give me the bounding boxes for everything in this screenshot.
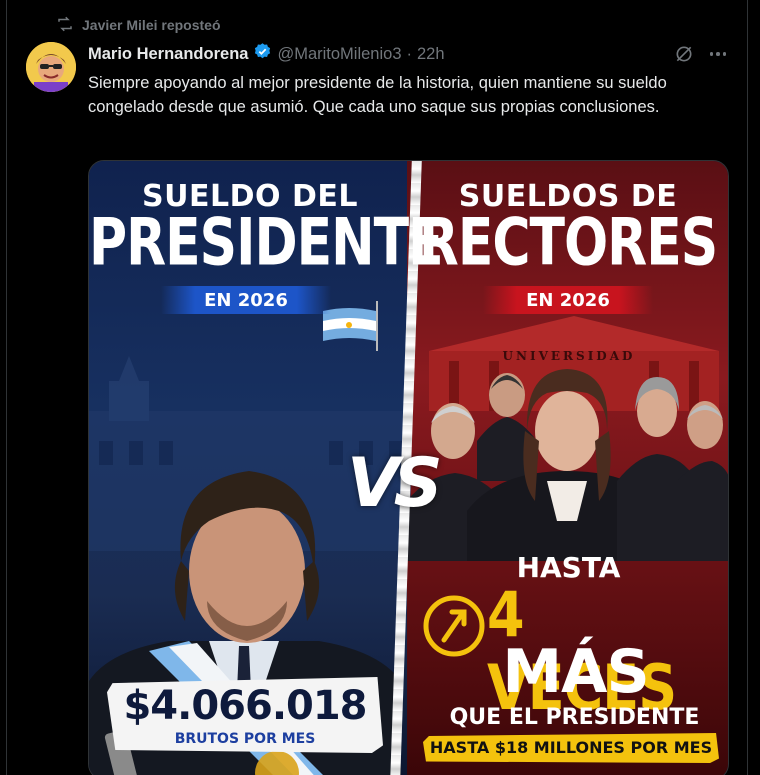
verified-badge-icon: [253, 42, 272, 66]
tweet-header: Mario Hernandorena @MaritoMilenio3 · 22h: [88, 43, 445, 65]
right-year-pill: EN 2026: [483, 286, 653, 314]
grok-icon[interactable]: [674, 44, 694, 64]
rectors-group: [407, 369, 728, 561]
author-handle[interactable]: @MaritoMilenio3: [277, 45, 401, 64]
avatar[interactable]: [26, 42, 76, 92]
millones-label: HASTA $18 MILLONES POR MES: [429, 738, 713, 757]
separator-dot: ·: [406, 44, 413, 63]
repost-text[interactable]: Javier Milei reposteó: [82, 17, 221, 33]
left-year-pill: EN 2026: [161, 286, 331, 314]
author-name[interactable]: Mario Hernandorena: [88, 45, 248, 64]
tweet-image[interactable]: UNIVERSIDAD SUELDO DEL PRESIDENTE EN 202…: [88, 160, 729, 775]
vs-label: VS: [347, 444, 443, 523]
right-title-large: RECTORES: [418, 205, 718, 281]
timestamp[interactable]: 22h: [417, 45, 445, 64]
left-title-large: PRESIDENTE: [89, 205, 444, 281]
more-icon[interactable]: [707, 45, 729, 63]
mas-label: MÁS: [502, 637, 649, 707]
repost-indicator: Javier Milei reposteó: [56, 14, 221, 36]
tweet-text: Siempre apoyando al mejor presidente de …: [88, 74, 667, 116]
repost-icon: [56, 15, 74, 36]
que-label: QUE EL PRESIDENTE: [449, 705, 700, 730]
president-amount-sub: BRUTOS POR MES: [174, 731, 316, 747]
president-amount: $4.066.018: [123, 683, 367, 729]
